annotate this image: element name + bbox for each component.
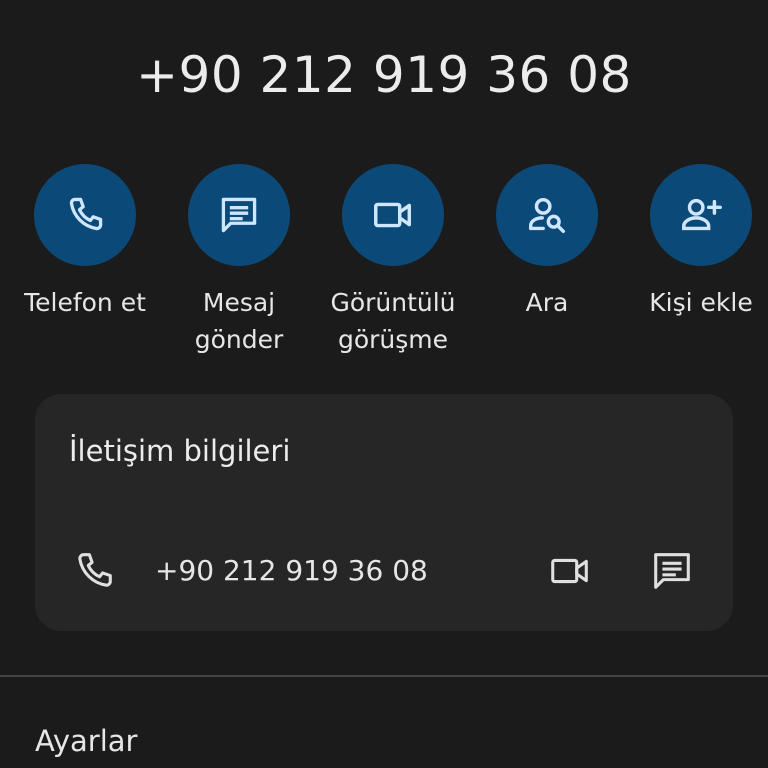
call-action[interactable]: Telefon et — [8, 164, 162, 321]
call-button[interactable] — [34, 164, 136, 266]
person-search-icon — [524, 192, 570, 238]
search-label: Ara — [525, 288, 569, 317]
video-call-icon[interactable] — [547, 548, 593, 598]
message-icon[interactable] — [649, 548, 695, 598]
video-call-button[interactable] — [342, 164, 444, 266]
message-button[interactable] — [188, 164, 290, 266]
message-action[interactable]: Mesaj gönder — [162, 164, 316, 358]
contact-screen: +90 212 919 36 08 Telefon et Mesaj gönde… — [0, 0, 768, 768]
phone-number[interactable]: +90 212 919 36 08 — [155, 554, 428, 587]
phone-icon — [63, 193, 107, 237]
search-action[interactable]: Ara — [470, 164, 624, 321]
call-label: Telefon et — [24, 288, 146, 317]
quick-actions: Telefon et Mesaj gönder Görüntülü görüşm… — [0, 164, 768, 364]
search-button[interactable] — [496, 164, 598, 266]
add-contact-label: Kişi ekle — [649, 288, 753, 317]
add-contact-action[interactable]: Kişi ekle — [624, 164, 768, 321]
contact-info-title: İletişim bilgileri — [69, 434, 291, 468]
add-person-icon — [678, 192, 724, 238]
video-call-action[interactable]: Görüntülü görüşme — [316, 164, 470, 358]
phone-icon — [71, 548, 117, 598]
contact-info-card: İletişim bilgileri +90 212 919 36 08 — [35, 394, 733, 631]
divider — [0, 675, 768, 677]
phone-row[interactable]: +90 212 919 36 08 — [35, 542, 733, 598]
message-label: Mesaj gönder — [194, 288, 284, 354]
video-call-icon — [370, 192, 416, 238]
message-icon — [217, 193, 261, 237]
add-contact-button[interactable] — [650, 164, 752, 266]
phone-number-title: +90 212 919 36 08 — [136, 46, 632, 104]
video-call-label: Görüntülü görüşme — [330, 288, 456, 354]
settings-heading[interactable]: Ayarlar — [35, 724, 137, 758]
